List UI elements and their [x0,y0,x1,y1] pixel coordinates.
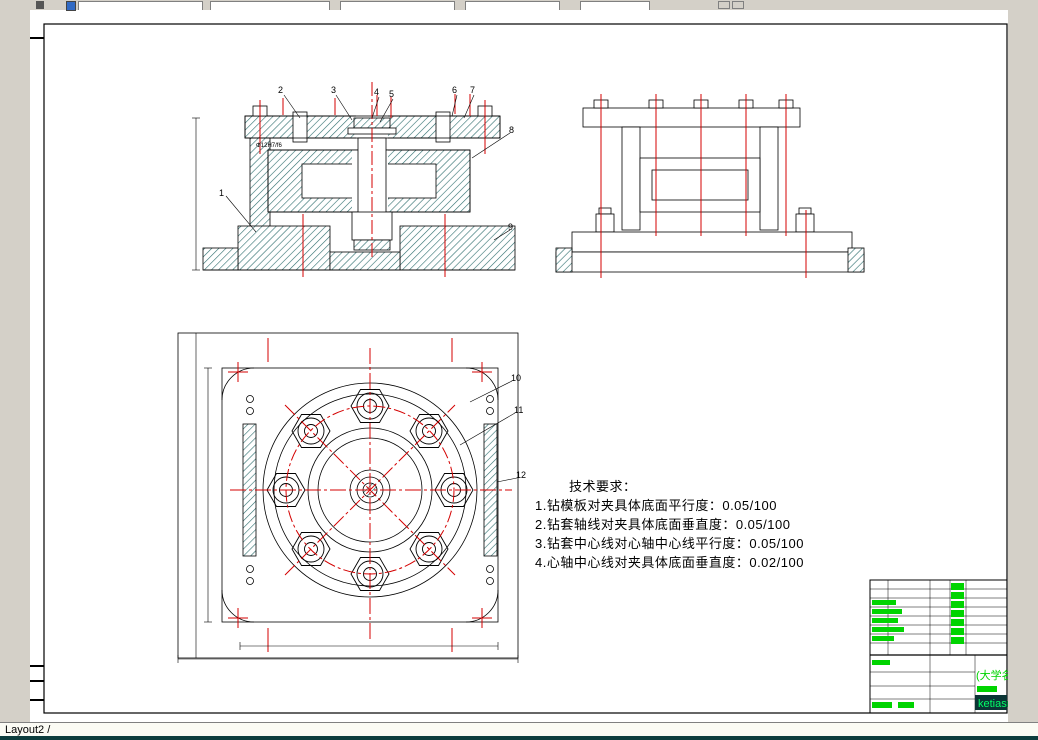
balloon-10: 10 [511,373,521,383]
toolbar-icon[interactable] [36,1,44,9]
balloon-3: 3 [331,85,336,95]
technical-requirements: 技术要求： 1.钻模板对夹具体底面平行度：0.05/100 2.钻套轴线对夹具体… [535,477,845,572]
tech-req-item-1: 1.钻模板对夹具体底面平行度：0.05/100 [535,498,777,513]
balloon-12: 12 [516,470,526,480]
balloon-9: 9 [508,222,513,232]
toolbar-icon[interactable] [66,1,76,11]
toolbar-combo-layer[interactable] [78,1,203,10]
balloon-8: 8 [509,125,514,135]
status-strip [0,736,1038,740]
left-gutter [0,10,30,722]
fit-annotation: Φ12H7/f6 [256,143,282,149]
balloon-6: 6 [452,85,457,95]
toolbar-combo-color[interactable] [210,1,330,10]
balloon-1: 1 [219,188,224,198]
layout-tabs-row: Layout2 / [0,722,1038,737]
balloon-4: 4 [374,87,379,97]
toolbar [0,0,1038,11]
drawing-canvas[interactable]: 1 2 3 4 5 6 7 8 9 Φ12H7/f6 10 11 12 (大学名… [0,0,1038,740]
tech-req-item-2: 2.钻套轴线对夹具体底面垂直度：0.05/100 [535,517,791,532]
balloon-11: 11 [514,405,523,415]
toolbar-combo-lineweight[interactable] [465,1,560,10]
right-gutter [1008,10,1038,722]
balloon-7: 7 [470,85,475,95]
balloon-2: 2 [278,85,283,95]
tab-layout2[interactable]: Layout2 / [5,724,50,736]
toolbar-button[interactable] [732,1,744,9]
toolbar-combo-plotstyle[interactable] [580,1,650,10]
tech-req-title: 技术要求： [569,479,637,494]
toolbar-button[interactable] [718,1,730,9]
paper-sheet [30,10,1008,722]
cad-window: 1 2 3 4 5 6 7 8 9 Φ12H7/f6 10 11 12 (大学名… [0,0,1038,740]
tech-req-item-3: 3.钻套中心线对心轴中心线平行度：0.05/100 [535,536,804,551]
toolbar-combo-linetype[interactable] [340,1,455,10]
balloon-5: 5 [389,89,394,99]
tech-req-item-4: 4.心轴中心线对夹具体底面垂直度：0.02/100 [535,555,804,570]
